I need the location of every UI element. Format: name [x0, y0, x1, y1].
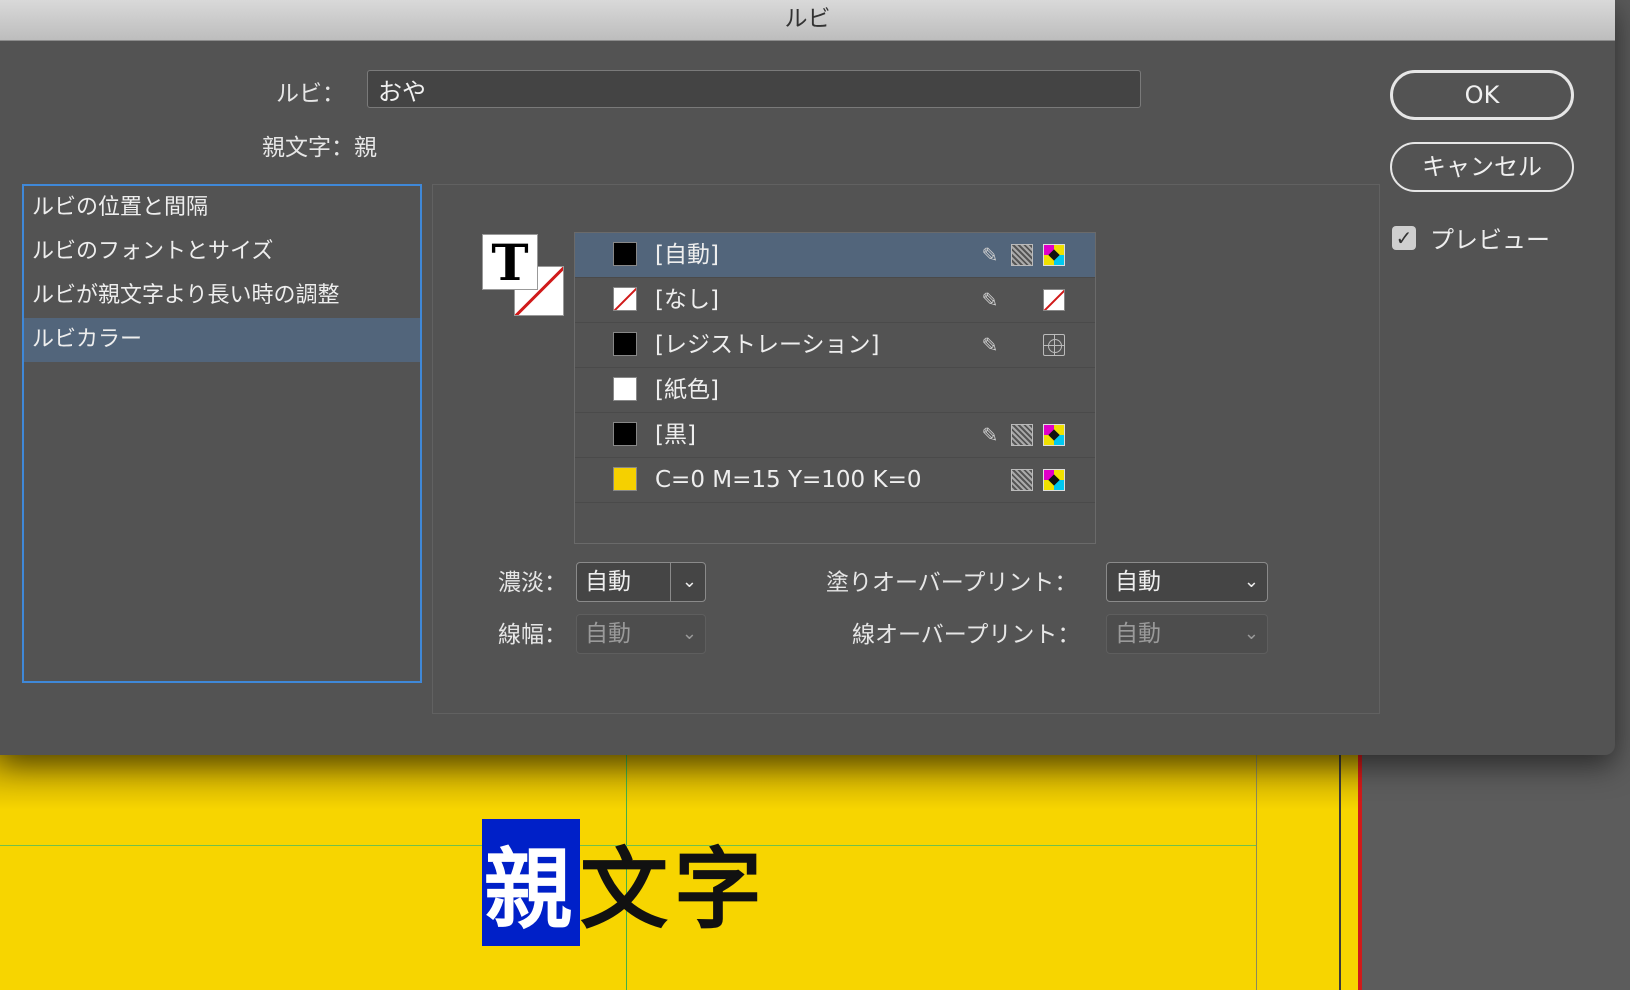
cmyk-icon: [1043, 469, 1065, 491]
category-ruby-color[interactable]: ルビカラー: [24, 318, 420, 362]
swatch-list[interactable]: [自動] ✎ [なし] ✎ [レジストレーション] ✎ [紙色] [黒] ✎ C…: [574, 232, 1096, 544]
swatch-row-paper[interactable]: [紙色]: [575, 368, 1095, 413]
preview-option[interactable]: ✓ プレビュー: [1392, 220, 1550, 255]
color-chip: [613, 242, 637, 266]
ruby-label: ルビ：: [276, 81, 345, 107]
category-ruby-overhang[interactable]: ルビが親文字より長い時の調整: [24, 274, 420, 318]
page-edge: [1339, 740, 1341, 990]
stroke-overprint-label: 線オーバープリント：: [852, 622, 1081, 648]
no-edit-icon: ✎: [981, 288, 999, 312]
no-edit-icon: ✎: [981, 333, 999, 357]
color-chip: [613, 377, 637, 401]
swatch-row-auto[interactable]: [自動] ✎: [575, 233, 1095, 278]
registration-icon: [1043, 334, 1065, 356]
category-ruby-position[interactable]: ルビの位置と間隔: [24, 186, 420, 230]
document-text[interactable]: 親文字: [482, 818, 768, 946]
swatch-name: [レジストレーション]: [655, 332, 880, 358]
color-chip: [613, 332, 637, 356]
document-canvas[interactable]: 親文字: [0, 740, 1630, 990]
chevron-down-icon: ⌄: [681, 623, 697, 644]
category-ruby-font[interactable]: ルビのフォントとサイズ: [24, 230, 420, 274]
swatch-name: [自動]: [655, 242, 719, 268]
no-edit-icon: ✎: [981, 243, 999, 267]
pasteboard: [1362, 740, 1630, 990]
fill-overprint-value[interactable]: 自動: [1115, 569, 1161, 595]
stroke-overprint-value: 自動: [1115, 621, 1161, 647]
preview-checkbox[interactable]: ✓: [1392, 225, 1416, 250]
tint-value[interactable]: 自動: [585, 569, 631, 595]
tint-label: 濃淡：: [498, 570, 567, 596]
swatch-row-none[interactable]: [なし] ✎: [575, 278, 1095, 323]
ok-button[interactable]: OK: [1390, 70, 1574, 120]
stroke-overprint-select[interactable]: 自動 ⌄: [1106, 614, 1268, 654]
chevron-down-icon[interactable]: ⌄: [1244, 563, 1259, 601]
ruby-dialog: ルビ ルビ： 親文字：親 ルビの位置と間隔 ルビのフォントとサイズ ルビが親文字…: [0, 0, 1615, 755]
dialog-title[interactable]: ルビ: [0, 0, 1615, 41]
swatch-name: C=0 M=15 Y=100 K=0: [655, 467, 922, 493]
fill-text-icon[interactable]: T: [482, 234, 538, 291]
combo-divider: [670, 563, 671, 601]
color-chip: [613, 467, 637, 491]
stroke-weight-label: 線幅：: [498, 622, 567, 648]
fill-overprint-label: 塗りオーバープリント：: [826, 570, 1078, 596]
fill-overprint-select[interactable]: 自動 ⌄: [1106, 562, 1268, 602]
chevron-down-icon: ⌄: [1243, 623, 1259, 644]
margin-guide: [1256, 740, 1257, 990]
chevron-down-icon[interactable]: ⌄: [682, 563, 697, 601]
process-color-icon: [1011, 469, 1033, 491]
selected-base-char[interactable]: 親: [482, 818, 581, 946]
swatch-name: [黒]: [655, 422, 696, 448]
fill-stroke-toggle[interactable]: T: [482, 234, 564, 316]
color-chip-none: [613, 287, 637, 311]
cmyk-icon: [1043, 244, 1065, 266]
color-chip: [613, 422, 637, 446]
swatch-name: [紙色]: [655, 377, 719, 403]
stroke-weight-combo[interactable]: 自動 ⌄: [576, 614, 706, 654]
cancel-button[interactable]: キャンセル: [1390, 142, 1574, 192]
preview-label[interactable]: プレビュー: [1430, 220, 1550, 255]
cmyk-icon: [1043, 424, 1065, 446]
none-icon: [1043, 289, 1065, 311]
base-text-label: 親文字：親: [262, 135, 377, 161]
stroke-weight-value: 自動: [585, 621, 631, 647]
category-list[interactable]: ルビの位置と間隔 ルビのフォントとサイズ ルビが親文字より長い時の調整 ルビカラ…: [22, 184, 422, 683]
tint-combo[interactable]: 自動 ⌄: [576, 562, 706, 602]
swatch-name: [なし]: [655, 287, 719, 313]
no-edit-icon: ✎: [981, 423, 999, 447]
ruby-input[interactable]: [367, 70, 1141, 108]
swatch-row-black[interactable]: [黒] ✎: [575, 413, 1095, 458]
swatch-row-yellow[interactable]: C=0 M=15 Y=100 K=0: [575, 458, 1095, 503]
process-color-icon: [1011, 424, 1033, 446]
swatch-row-registration[interactable]: [レジストレーション] ✎: [575, 323, 1095, 368]
process-color-icon: [1011, 244, 1033, 266]
document-rest-text[interactable]: 文字: [580, 819, 768, 946]
